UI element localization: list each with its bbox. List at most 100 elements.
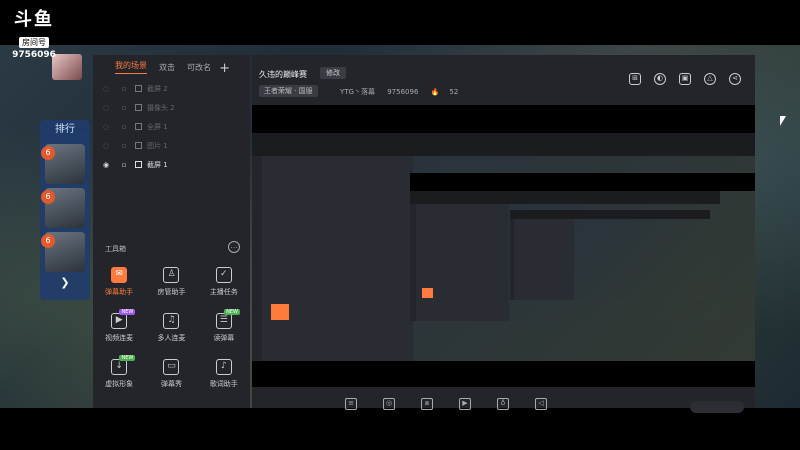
tool-multi-link[interactable]: ♫ 多人连麦 — [145, 313, 197, 343]
rank-panel[interactable]: 排行 6 6 6 ❯ — [40, 120, 90, 300]
screenshot-frame: 斗鱼 房间号 9756096 排行 6 6 6 ❯ 我的场景 双击 可改名 + … — [0, 0, 800, 450]
scene-label: 截屏 2 — [147, 84, 168, 93]
read-danmaku-icon: ☰ — [215, 313, 232, 329]
camera-icon — [135, 104, 142, 111]
tab-my-scenes[interactable]: 我的场景 — [115, 60, 147, 74]
tool-lyrics[interactable]: ♪ 歌词助手 — [198, 359, 250, 389]
stream-preview: 久违的巅峰赛 修改 王者荣耀 · 国服 YTG丶落幕 9756096 🔥 52 ⊞… — [252, 55, 755, 408]
scene-label: 摄像头 2 — [147, 103, 175, 112]
mirror-game — [574, 219, 710, 300]
tab-double-click[interactable]: 双击 — [159, 62, 175, 73]
lock-icon[interactable]: ◐ — [654, 73, 666, 85]
rank-title: 排行 — [55, 124, 75, 135]
danmaku-helper-icon: ✉ — [111, 267, 128, 283]
clip-icon[interactable]: ⧈ — [421, 398, 433, 410]
tool-danmaku-show[interactable]: ▭ 弹幕秀 — [145, 359, 197, 389]
mirror-sidebar — [416, 204, 510, 321]
new-badge: NEW — [119, 355, 136, 361]
eye-icon[interactable]: ◉ — [101, 161, 111, 169]
recursive-mirror-3 — [510, 210, 710, 300]
layout-icon[interactable]: ▣ — [679, 73, 691, 85]
tool-label: 主播任务 — [209, 288, 238, 296]
tool-label: 房管助手 — [157, 288, 186, 296]
rank-badge: 6 — [41, 190, 55, 204]
rank-hero[interactable]: 6 — [41, 144, 85, 184]
multi-link-icon: ♫ — [163, 313, 180, 329]
scene-item[interactable]: ◉ ▫ 截屏 1 — [93, 155, 250, 174]
capture-icon — [135, 85, 142, 92]
mirror-bottom-strip — [252, 361, 755, 387]
scene-item[interactable]: ◌ ▫ 摄像头 2 — [93, 98, 250, 117]
rank-badge: 6 — [41, 234, 55, 248]
scene-item[interactable]: ◌ ▫ 图片 1 — [93, 136, 250, 155]
channel-name: YTG丶落幕 — [340, 88, 375, 96]
lyrics-icon: ♪ — [215, 359, 232, 375]
top-letterbox — [0, 0, 800, 45]
image-icon — [135, 142, 142, 149]
tool-label: 弹幕秀 — [160, 380, 182, 388]
tool-label: 歌词助手 — [209, 380, 238, 388]
share-icon[interactable]: ⋖ — [729, 73, 741, 85]
lock-icon[interactable]: ▫ — [119, 123, 129, 131]
mirror-bar — [410, 191, 720, 204]
lock-icon[interactable]: ▫ — [119, 104, 129, 112]
video-link-icon: ▶ — [111, 313, 128, 329]
danmaku-show-icon: ▭ — [163, 359, 180, 375]
record-icon[interactable]: ◎ — [383, 398, 395, 410]
tool-streamer-task[interactable]: ✓ 主播任务 — [198, 267, 250, 297]
chevron-right-icon[interactable]: ❯ — [45, 276, 85, 292]
fire-icon: 🔥 — [430, 88, 440, 96]
toolbox-grid: ✉ 弹幕助手 ♙ 房管助手 ✓ 主播任务 NEW ▶ 视频连麦 ♫ 多人连麦 NEW ☰ 读弹幕… — [93, 267, 250, 389]
tab-rename[interactable]: 可改名 — [187, 62, 211, 73]
tool-virtual-avatar[interactable]: NEW ↓ 虚拟形象 — [93, 355, 145, 389]
tool-video-link[interactable]: NEW ▶ 视频连麦 — [93, 309, 145, 343]
scene-item[interactable]: ◌ ▫ 截屏 2 — [93, 79, 250, 98]
scene-label: 全屏 1 — [147, 122, 168, 131]
mirror-accent — [421, 288, 433, 298]
tool-label: 虚拟形象 — [105, 380, 134, 388]
tool-label: 读弹幕 — [213, 334, 235, 342]
lock-icon[interactable]: ▫ — [119, 142, 129, 150]
lock-icon[interactable]: ▫ — [119, 85, 129, 93]
scene-label: 截屏 1 — [147, 160, 168, 169]
more-icon[interactable]: … — [228, 241, 240, 253]
tool-room-admin[interactable]: ♙ 房管助手 — [145, 267, 197, 297]
bottom-pill-button[interactable] — [690, 401, 744, 413]
tool-label: 弹幕助手 — [105, 288, 134, 296]
eye-hidden-icon[interactable]: ◌ — [101, 85, 111, 93]
scene-panel: 我的场景 双击 可改名 + ◌ ▫ 截屏 2 ◌ ▫ 摄像头 2 ◌ ▫ 全屏 1 ◌ ▫ 图片… — [93, 55, 250, 408]
room-number: 9756096 — [387, 88, 419, 96]
tool-read-danmaku[interactable]: NEW ☰ 读弹幕 — [198, 309, 250, 343]
eye-hidden-icon[interactable]: ◌ — [101, 104, 111, 112]
rank-hero[interactable]: 6 — [41, 232, 85, 272]
subtitle-icon[interactable]: ≡ — [345, 398, 357, 410]
mic-icon[interactable]: ♁ — [497, 398, 509, 410]
mirror-top-strip — [252, 105, 755, 133]
room-id: 9756096 — [12, 50, 56, 60]
mirror-bar — [510, 210, 710, 219]
toolbox-title: 工具箱 — [105, 245, 126, 253]
mirror-strip-2 — [410, 173, 755, 191]
streamer-task-icon: ✓ — [215, 267, 232, 283]
rank-hero[interactable]: 6 — [41, 188, 85, 228]
lock-icon[interactable]: ▫ — [119, 161, 129, 169]
category-tag[interactable]: 王者荣耀 · 国服 — [259, 85, 318, 97]
scene-item[interactable]: ◌ ▫ 全屏 1 — [93, 117, 250, 136]
gift-icon[interactable]: ⊞ — [629, 73, 641, 85]
mirror-sidebar — [514, 219, 574, 300]
fullscreen-icon — [135, 123, 142, 130]
avatar-icon: ↓ — [111, 359, 128, 375]
mirror-accent — [271, 303, 290, 320]
bell-icon[interactable]: △ — [704, 73, 716, 85]
play-icon[interactable]: ▶ — [459, 398, 471, 410]
heat-value: 52 — [449, 88, 459, 96]
tool-danmaku-helper[interactable]: ✉ 弹幕助手 — [93, 267, 145, 297]
volume-icon[interactable]: ◁ — [535, 398, 547, 410]
plus-icon[interactable]: + — [219, 61, 230, 76]
eye-hidden-icon[interactable]: ◌ — [101, 142, 111, 150]
eye-hidden-icon[interactable]: ◌ — [101, 123, 111, 131]
logo-mark: 斗鱼 — [14, 9, 54, 30]
stream-meta: YTG丶落幕 9756096 🔥 52 — [340, 87, 468, 97]
edit-title-button[interactable]: 修改 — [320, 67, 346, 79]
stream-title: 久违的巅峰赛 — [259, 70, 307, 79]
